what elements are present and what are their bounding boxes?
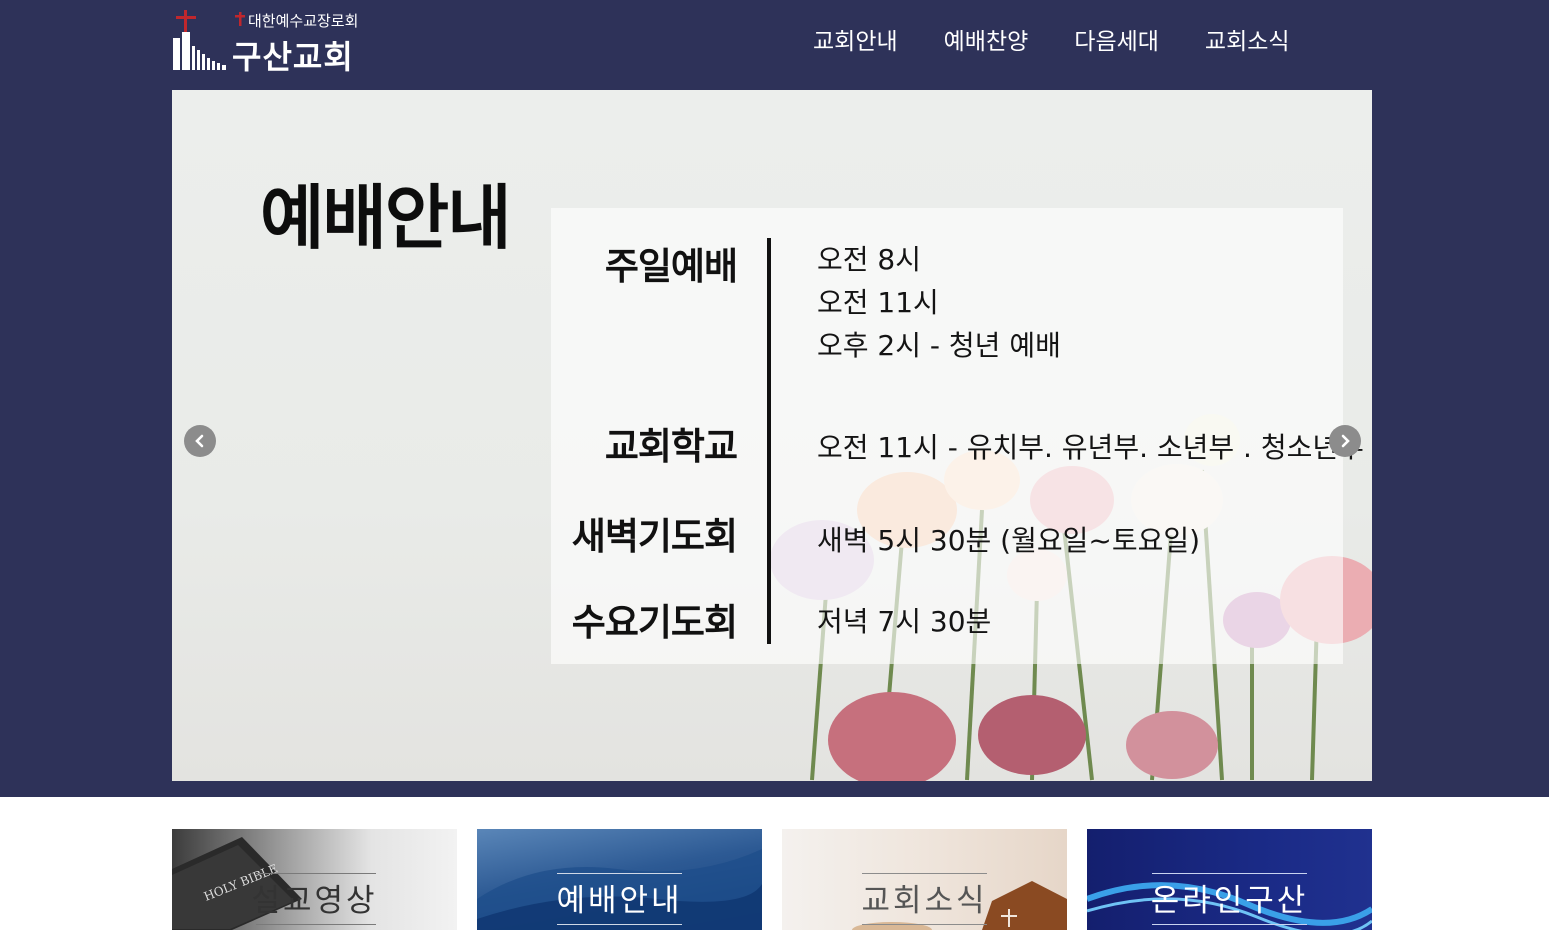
label-church-school: 교회학교 (604, 425, 738, 468)
tile-sermon-video[interactable]: HOLY BIBLE 설교영상 (172, 829, 457, 930)
church-name: 구산교회 (232, 38, 354, 76)
label-sunday-worship: 주일예배 (604, 245, 738, 288)
chevron-left-icon (195, 434, 204, 448)
wednesday-prayer-time: 저녁 7시 30분 (817, 605, 992, 638)
schedule-divider (767, 238, 771, 644)
hero-slider: 예배안내 주일예배 오전 8시 오전 11시 오후 2시 - 청년 예배 교회학… (172, 90, 1372, 781)
tile-church-news[interactable]: 교회소식 (782, 829, 1067, 930)
nav-church-news[interactable]: 교회소식 (1205, 22, 1290, 56)
label-wednesday-prayer: 수요기도회 (571, 601, 738, 644)
tile-worship-info-label: 예배안내 (556, 883, 683, 919)
tile-online-gusan[interactable]: 온라인구산 (1087, 829, 1372, 930)
sunday-time-1: 오전 8시 (817, 243, 921, 276)
nav-worship-praise[interactable]: 예배찬양 (944, 22, 1029, 56)
small-cross-icon (235, 12, 245, 26)
worship-schedule-panel: 주일예배 오전 8시 오전 11시 오후 2시 - 청년 예배 교회학교 오전 … (551, 208, 1364, 664)
dawn-prayer-time: 새벽 5시 30분 (월요일~토요일) (817, 524, 1201, 557)
slide-title: 예배안내 (260, 177, 512, 259)
main-nav: 교회안내 예배찬양 다음세대 교회소식 (790, 22, 1313, 56)
sunday-time-3: 오후 2시 - 청년 예배 (817, 329, 1061, 362)
quick-links: HOLY BIBLE 설교영상 예배안내 교회소식 온라인구산 (172, 829, 1372, 930)
denomination-label: 대한예수교장로회 (248, 12, 359, 30)
slider-next-button[interactable] (1329, 425, 1361, 457)
nav-next-generation[interactable]: 다음세대 (1074, 22, 1159, 56)
tile-worship-info[interactable]: 예배안내 (477, 829, 762, 930)
church-logo[interactable]: 대한예수교장로회 구산교회 (172, 8, 372, 76)
church-school-time: 오전 11시 - 유치부. 유년부. 소년부 . 청소년부 (817, 431, 1364, 464)
nav-church-info[interactable]: 교회안내 (813, 22, 898, 56)
tile-church-news-label: 교회소식 (861, 883, 988, 919)
tile-online-gusan-label: 온라인구산 (1150, 883, 1309, 919)
chevron-right-icon (1341, 434, 1350, 448)
sunday-time-2: 오전 11시 (817, 286, 939, 319)
church-building-icon (173, 10, 226, 70)
tile-sermon-video-label: 설교영상 (251, 883, 378, 919)
label-dawn-prayer: 새벽기도회 (571, 515, 738, 558)
slider-prev-button[interactable] (184, 425, 216, 457)
